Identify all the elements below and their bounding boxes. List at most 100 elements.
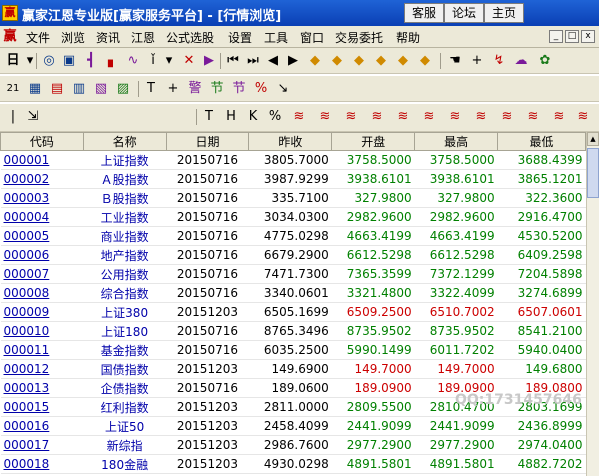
wave-icon-4[interactable]: ≋ <box>368 108 386 126</box>
wave-icon-3[interactable]: ≋ <box>342 108 360 126</box>
cell-name[interactable]: 上证380 <box>83 302 167 322</box>
column-header-prev-close[interactable]: 昨收 <box>248 132 333 151</box>
prev-icon[interactable]: ⏭ <box>244 52 262 70</box>
node-icon-2[interactable]: 节 <box>230 80 248 98</box>
cell-code[interactable]: 000017 <box>0 435 84 455</box>
diamond-star-icon[interactable]: ◆ <box>416 52 434 70</box>
calendar-icon[interactable]: 日 <box>4 52 22 70</box>
table-row[interactable]: 000003 Ｂ股指数 20150716 335.7100 327.9800 327.98… <box>0 188 586 208</box>
close-button[interactable]: x <box>581 30 595 43</box>
cell-name[interactable]: Ａ股指数 <box>83 169 167 189</box>
cell-code[interactable]: 000015 <box>0 397 84 417</box>
menu-file[interactable]: 文件 <box>26 29 50 46</box>
percent-tool-icon[interactable]: % <box>266 108 284 126</box>
cell-code[interactable]: 000018 <box>0 454 84 474</box>
cell-code[interactable]: 000011 <box>0 340 84 360</box>
cell-code[interactable]: 000004 <box>0 207 84 227</box>
wave-icon-5[interactable]: ≋ <box>394 108 412 126</box>
table-row[interactable]: 000018 180金融 20151203 4930.0298 4891.5801 489… <box>0 454 586 474</box>
cell-code[interactable]: 000009 <box>0 302 84 322</box>
text-tool-icon[interactable]: T <box>142 80 160 98</box>
table-row[interactable]: 000011 基金指数 20150716 6035.2500 5990.1499 6011… <box>0 340 586 360</box>
diamond-right-icon[interactable]: ◆ <box>328 52 346 70</box>
wave-icon-2[interactable]: ≋ <box>316 108 334 126</box>
cell-code[interactable]: 000013 <box>0 378 84 398</box>
cell-name[interactable]: 工业指数 <box>83 207 167 227</box>
cell-code[interactable]: 000006 <box>0 245 84 265</box>
diamond-cross-icon[interactable]: ◆ <box>394 52 412 70</box>
cell-name[interactable]: Ｂ股指数 <box>83 188 167 208</box>
cell-name[interactable]: 新综指 <box>83 435 167 455</box>
diamond-down-icon[interactable]: ◆ <box>372 52 390 70</box>
restore-button[interactable]: □ <box>565 30 579 43</box>
floppy-icon[interactable]: ▥ <box>70 80 88 98</box>
cell-code[interactable]: 000012 <box>0 359 84 379</box>
table-icon[interactable]: ▦ <box>26 80 44 98</box>
wave-icon-9[interactable]: ≋ <box>498 108 516 126</box>
table-row[interactable]: 000004 工业指数 20150716 3034.0300 2982.9600 2982… <box>0 207 586 227</box>
t-icon[interactable]: T <box>200 108 218 126</box>
cell-code[interactable]: 000016 <box>0 416 84 436</box>
forum-button[interactable]: 论坛 <box>444 3 484 23</box>
cell-name[interactable]: 地产指数 <box>83 245 167 265</box>
candlestick-icon[interactable]: ┫ <box>82 52 100 70</box>
column-header-high[interactable]: 最高 <box>414 132 499 151</box>
cell-name[interactable]: 上证180 <box>83 321 167 341</box>
bar-chart-icon[interactable]: ▖ <box>104 52 122 70</box>
cell-code[interactable]: 000001 <box>0 150 84 170</box>
cell-code[interactable]: 000008 <box>0 283 84 303</box>
cell-name[interactable]: 180金融 <box>83 454 167 474</box>
menu-browse[interactable]: 浏览 <box>61 29 85 46</box>
table-row[interactable]: 000017 新综指 20151203 2986.7600 2977.2900 2977.… <box>0 435 586 455</box>
cell-name[interactable]: 综合指数 <box>83 283 167 303</box>
table-row[interactable]: 000007 公用指数 20150716 7471.7300 7365.3599 7372… <box>0 264 586 284</box>
vertical-bar-icon[interactable]: | <box>4 108 22 126</box>
column-header-code[interactable]: 代码 <box>0 132 84 151</box>
table-row[interactable]: 000005 商业指数 20150716 4775.0298 4663.4199 4663… <box>0 226 586 246</box>
cell-name[interactable]: 国债指数 <box>83 359 167 379</box>
menu-tools[interactable]: 工具 <box>264 29 288 46</box>
vertical-scrollbar[interactable]: ▲ <box>586 132 599 476</box>
globe-icon[interactable]: ◎ <box>40 52 58 70</box>
menu-gann[interactable]: 江恩 <box>131 29 155 46</box>
sheet-icon[interactable]: ▤ <box>48 80 66 98</box>
cell-code[interactable]: 000010 <box>0 321 84 341</box>
column-header-open[interactable]: 开盘 <box>331 132 416 151</box>
arrow-down-right-icon[interactable]: ↘ <box>274 80 292 98</box>
cloud-icon[interactable]: ☁ <box>512 52 530 70</box>
customer-service-button[interactable]: 客服 <box>404 3 444 23</box>
plus-tool-icon[interactable]: + <box>164 80 182 98</box>
trend-icon[interactable]: ↯ <box>490 52 508 70</box>
column-header-low[interactable]: 最低 <box>497 132 586 151</box>
document-icon[interactable]: ▣ <box>60 52 78 70</box>
table-row[interactable]: 000012 国债指数 20151203 149.6900 149.7000 149.70… <box>0 359 586 379</box>
wave-icon-7[interactable]: ≋ <box>446 108 464 126</box>
cell-code[interactable]: 000007 <box>0 264 84 284</box>
hand-icon[interactable]: ☚ <box>446 52 464 70</box>
table-row[interactable]: 000008 综合指数 20150716 3340.0601 3321.4800 3322… <box>0 283 586 303</box>
column-header-name[interactable]: 名称 <box>82 132 167 151</box>
menu-window[interactable]: 窗口 <box>300 29 324 46</box>
scroll-thumb[interactable] <box>587 148 599 198</box>
wave-icon-12[interactable]: ≋ <box>574 108 592 126</box>
scroll-up-icon[interactable]: ▲ <box>587 132 599 146</box>
diamond-up-icon[interactable]: ◆ <box>306 52 324 70</box>
calendar-21-icon[interactable]: 21 <box>4 80 22 98</box>
dropdown-arrow-icon-2[interactable]: ▾ <box>160 52 178 70</box>
first-icon[interactable]: ⏮ <box>224 52 242 70</box>
wave-icon-6[interactable]: ≋ <box>420 108 438 126</box>
table-row[interactable]: 000009 上证380 20151203 6505.1699 6509.2500 651… <box>0 302 586 322</box>
homepage-button[interactable]: 主页 <box>484 3 524 23</box>
table-row[interactable]: 000002 Ａ股指数 20150716 3987.9299 3938.6101 3938… <box>0 169 586 189</box>
menu-help[interactable]: 帮助 <box>396 29 420 46</box>
marker-icon[interactable]: ✕ <box>180 52 198 70</box>
menu-settings[interactable]: 设置 <box>228 29 252 46</box>
monitor-icon[interactable]: ✿ <box>536 52 554 70</box>
node-icon[interactable]: 节 <box>208 80 226 98</box>
menu-trading[interactable]: 交易委托 <box>335 29 383 46</box>
column-header-date[interactable]: 日期 <box>165 132 250 151</box>
wave-icon-11[interactable]: ≋ <box>550 108 568 126</box>
k-icon[interactable]: K <box>244 108 262 126</box>
table-row[interactable]: 000006 地产指数 20150716 6679.2900 6612.5298 6612… <box>0 245 586 265</box>
report-icon[interactable]: ▧ <box>92 80 110 98</box>
